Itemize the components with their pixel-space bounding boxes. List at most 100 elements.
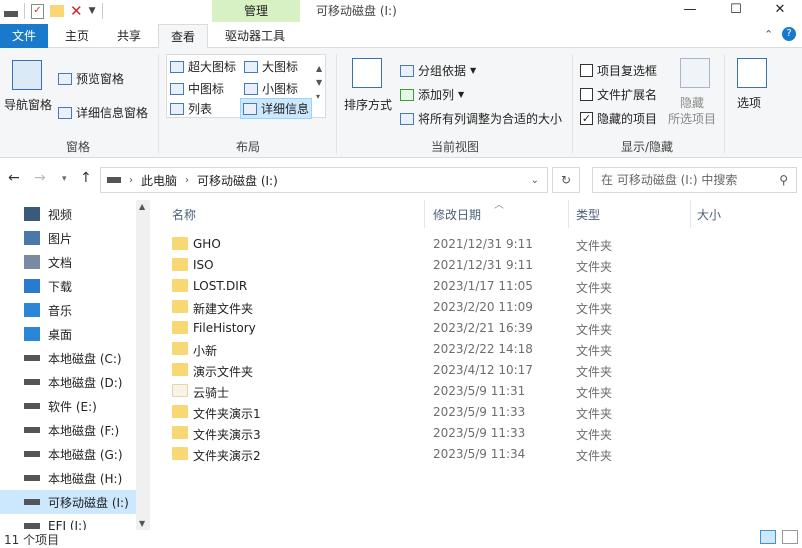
search-input[interactable]: 在 可移动磁盘 (I:) 中搜索 ⚲ — [592, 167, 797, 193]
chevron-right-icon[interactable]: › — [185, 175, 189, 186]
column-header-type[interactable]: 类型 — [576, 206, 600, 223]
layout-details[interactable]: 详细信息 — [240, 98, 313, 119]
delete-icon[interactable]: ✕ — [70, 2, 83, 20]
sidebar-item[interactable]: 文档 — [24, 250, 144, 274]
new-folder-icon[interactable] — [50, 5, 64, 17]
scroll-up-icon[interactable]: ▲ — [139, 202, 145, 211]
breadcrumb-current-drive[interactable]: 可移动磁盘 (I:) — [197, 172, 278, 189]
column-header-date[interactable]: 修改日期 — [433, 206, 481, 223]
sidebar-scrollbar[interactable]: ▲ ▼ — [136, 200, 150, 530]
column-header-name[interactable]: 名称 — [172, 206, 196, 223]
file-date: 2023/2/21 16:39 — [433, 321, 533, 335]
up-icon[interactable]: ↑ — [80, 170, 92, 186]
gallery-scroll-icon[interactable]: ▲ ▼ ▾ — [316, 62, 322, 104]
sidebar-item[interactable]: 桌面 — [24, 322, 144, 346]
sidebar-item-label: 可移动磁盘 (I:) — [48, 495, 129, 510]
hidden-items-toggle[interactable]: ✓ 隐藏的项目 — [580, 110, 657, 127]
drive-icon — [24, 475, 40, 481]
column-divider[interactable] — [690, 200, 691, 228]
help-icon[interactable]: ? — [782, 27, 796, 41]
recent-locations-icon[interactable]: ▾ — [62, 174, 67, 184]
collapse-ribbon-icon[interactable]: ⌃ — [764, 28, 773, 41]
tab-home[interactable]: 主页 — [54, 24, 100, 48]
forward-icon[interactable]: → — [34, 170, 46, 186]
large-icons-view-icon[interactable] — [782, 530, 798, 544]
scroll-down-icon[interactable]: ▼ — [139, 519, 145, 528]
navigation-pane-button[interactable]: 导航窗格 — [4, 96, 52, 113]
file-row[interactable]: 云骑士 2023/5/9 11:31 文件夹 — [152, 381, 802, 402]
column-header-size[interactable]: 大小 — [697, 206, 721, 223]
file-row[interactable]: GHO 2021/12/31 9:11 文件夹 — [152, 234, 802, 255]
details-view-icon[interactable] — [760, 530, 776, 544]
file-date: 2023/2/20 11:09 — [433, 300, 533, 314]
hide-selected-button[interactable]: 隐藏 — [680, 94, 704, 111]
dropdown-icon: ▼ — [458, 90, 465, 99]
sidebar-item[interactable]: 本地磁盘 (G:) — [24, 442, 144, 466]
customize-toolbar-icon[interactable]: ▼ — [89, 6, 96, 16]
column-divider[interactable] — [424, 200, 425, 228]
file-row[interactable]: ISO 2021/12/31 9:11 文件夹 — [152, 255, 802, 276]
preview-pane-button[interactable]: 预览窗格 — [58, 70, 124, 87]
close-button[interactable]: ✕ — [758, 0, 802, 22]
file-extensions-label: 文件扩展名 — [597, 88, 658, 102]
details-pane-button[interactable]: 详细信息窗格 — [58, 104, 148, 121]
file-row[interactable]: 演示文件夹 2023/4/12 10:17 文件夹 — [152, 360, 802, 381]
sidebar-item[interactable]: 图片 — [24, 226, 144, 250]
tab-file[interactable]: 文件 — [0, 24, 48, 48]
ribbon: 导航窗格 预览窗格 详细信息窗格 窗格 超大图标 大图标 中图标 小图标 列表 … — [0, 48, 802, 158]
column-divider[interactable] — [568, 200, 569, 228]
layout-list[interactable]: 列表 — [170, 100, 212, 117]
add-columns-button[interactable]: 添加列 ▼ — [400, 86, 464, 103]
layout-large-icons[interactable]: 大图标 — [244, 58, 298, 75]
drive-icon — [24, 379, 40, 385]
file-row[interactable]: 文件夹演示3 2023/5/9 11:33 文件夹 — [152, 423, 802, 444]
selected-items-label: 所选项目 — [668, 112, 717, 126]
file-row[interactable]: 小新 2023/2/22 14:18 文件夹 — [152, 339, 802, 360]
tab-drive-tools[interactable]: 驱动器工具 — [214, 24, 296, 48]
tab-share[interactable]: 共享 — [106, 24, 152, 48]
manage-context-tab[interactable]: 管理 — [212, 0, 300, 22]
breadcrumb-this-pc[interactable]: 此电脑 — [141, 172, 177, 189]
sidebar-item[interactable]: 音乐 — [24, 298, 144, 322]
item-checkboxes-toggle[interactable]: 项目复选框 — [580, 62, 657, 79]
file-row[interactable]: FileHistory 2023/2/21 16:39 文件夹 — [152, 318, 802, 339]
group-by-button[interactable]: 分组依据 ▼ — [400, 62, 476, 79]
sort-by-button[interactable]: 排序方式 — [344, 96, 392, 113]
file-extensions-toggle[interactable]: 文件扩展名 — [580, 86, 657, 103]
sidebar-item-label: 图片 — [48, 231, 73, 246]
layout-small-icons[interactable]: 小图标 — [244, 80, 298, 97]
layout-extra-large-icons[interactable]: 超大图标 — [170, 58, 236, 75]
sidebar-item-label: EFI (J:) — [48, 519, 87, 530]
file-row[interactable]: 文件夹演示1 2023/5/9 11:33 文件夹 — [152, 402, 802, 423]
sidebar-item[interactable]: 本地磁盘 (D:) — [24, 370, 144, 394]
menu-bar: 文件 主页 共享 查看 驱动器工具 ⌃ ? — [0, 24, 802, 49]
sidebar-item[interactable]: 本地磁盘 (H:) — [24, 466, 144, 490]
address-dropdown-icon[interactable]: ⌄ — [531, 175, 539, 186]
sidebar-item[interactable]: 本地磁盘 (F:) — [24, 418, 144, 442]
search-placeholder: 在 可移动磁盘 (I:) 中搜索 — [601, 173, 738, 187]
back-icon[interactable]: ← — [8, 170, 20, 186]
chevron-right-icon[interactable]: › — [129, 175, 133, 186]
address-bar[interactable]: › 此电脑 › 可移动磁盘 (I:) ⌄ — [100, 167, 548, 193]
sidebar-item[interactable]: 软件 (E:) — [24, 394, 144, 418]
file-name: 演示文件夹 — [193, 365, 254, 379]
minimize-button[interactable]: — — [668, 0, 712, 22]
sidebar-item[interactable]: 视频 — [24, 202, 144, 226]
sidebar-item[interactable]: 下载 — [24, 274, 144, 298]
title-bar: ✓ ✕ ▼ 管理 可移动磁盘 (I:) — ☐ ✕ — [0, 0, 802, 22]
tab-view[interactable]: 查看 — [158, 24, 208, 49]
file-row[interactable]: 新建文件夹 2023/2/20 11:09 文件夹 — [152, 297, 802, 318]
file-row[interactable]: 文件夹演示2 2023/5/9 11:34 文件夹 — [152, 444, 802, 465]
layout-medium-icons[interactable]: 中图标 — [170, 80, 224, 97]
options-button[interactable]: 选项 — [737, 94, 761, 111]
sidebar-item[interactable]: EFI (J:) — [24, 514, 144, 530]
size-columns-icon — [400, 112, 414, 125]
sort-by-icon — [352, 58, 382, 88]
size-all-columns-button[interactable]: 将所有列调整为合适的大小 — [400, 110, 562, 127]
refresh-button[interactable]: ↻ — [552, 167, 580, 193]
sidebar-item[interactable]: 本地磁盘 (C:) — [24, 346, 144, 370]
sidebar-item[interactable]: 可移动磁盘 (I:) — [0, 490, 140, 514]
maximize-button[interactable]: ☐ — [714, 0, 758, 22]
file-row[interactable]: LOST.DIR 2023/1/17 11:05 文件夹 — [152, 276, 802, 297]
properties-icon[interactable]: ✓ — [31, 3, 44, 19]
